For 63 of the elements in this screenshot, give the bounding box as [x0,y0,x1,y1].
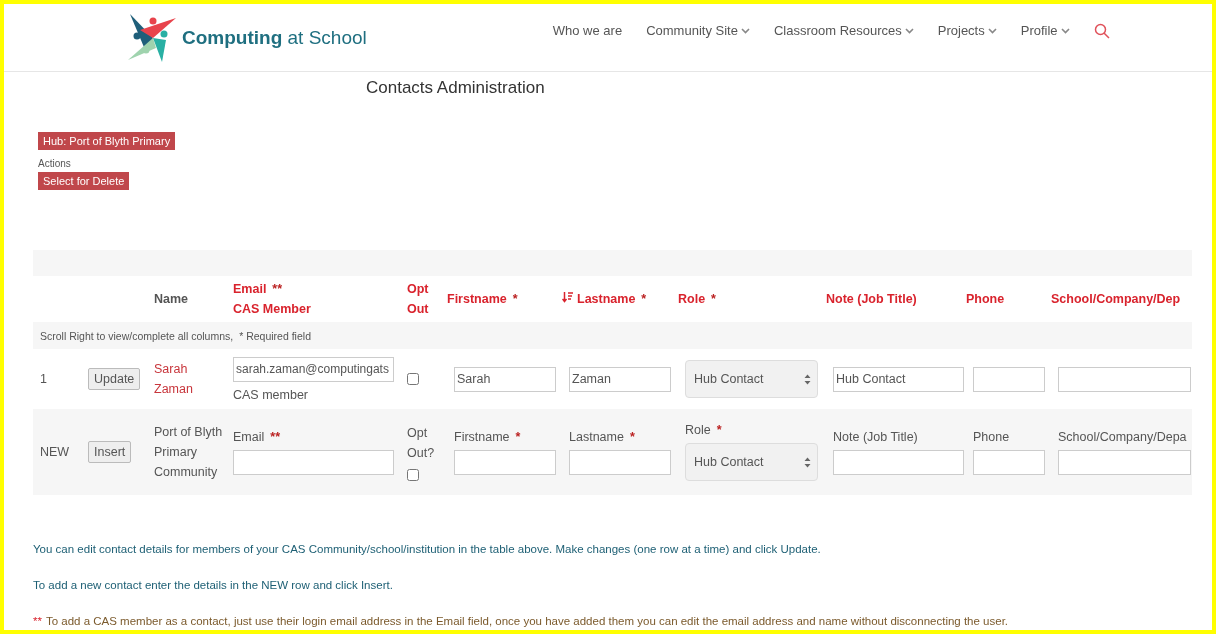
select-arrows-icon [804,456,811,468]
column-header: Lastname * [562,289,678,309]
actions-label: Actions [38,158,72,169]
contact-name: Port of Blyth Primary Community [154,424,224,481]
field-label: Email ** [233,429,281,444]
opt-out-checkbox[interactable] [407,373,419,385]
sort-icon[interactable] [562,291,573,303]
nav-link[interactable]: Profile [1020,23,1070,38]
column-header: School/Company/Dep [1051,291,1182,308]
column-header: Opt Out [407,281,430,318]
nav-link[interactable]: Projects [937,23,997,38]
chevron-down-icon [740,27,750,34]
role-select[interactable]: Hub Contact [685,360,818,398]
field-label: Phone [973,429,1011,444]
contact-name[interactable]: Sarah Zaman [154,359,224,399]
chevron-down-icon [987,27,997,34]
opt-out-checkbox[interactable] [407,469,419,481]
role-select[interactable]: Hub Contact [685,443,818,481]
column-header: Note (Job Title) [826,291,918,308]
chevron-down-icon [1060,27,1070,34]
page-title: Contacts Administration [366,78,546,98]
text-input[interactable] [569,449,671,475]
field-label: School/Company/Depa [1058,429,1188,444]
text-input[interactable] [973,449,1045,475]
opt-out-label: Opt Out? [407,425,436,462]
field-label: Note (Job Title) [833,429,919,444]
row-action-button[interactable]: Insert [88,441,132,463]
column-header: Name [154,291,190,308]
scroll-hint: Scroll Right to view/complete all columns, [40,329,234,342]
column-header: Role * [678,291,717,308]
select-arrows-icon [804,373,811,385]
column-header: Phone [966,291,1006,308]
column-header: Firstname * [447,291,519,308]
text-input[interactable]: Zaman [569,366,671,392]
text-input[interactable] [1058,449,1191,475]
text-input[interactable] [833,449,964,475]
hub-button[interactable]: Hub: Port of Blyth Primary [38,132,176,150]
search-icon[interactable] [1093,22,1110,39]
logo-text[interactable]: Computing at School [182,26,367,49]
column-header: Email ** CAS Member [233,281,312,318]
email-input[interactable] [233,449,394,475]
text-input[interactable]: Sarah [454,366,556,392]
email-input[interactable]: sarah.zaman@computingats [233,356,394,382]
required-note: * Required field [239,329,311,342]
help-text: You can edit contact details for members of your CAS Community/school/institution in the table above. Make changes (one row at a time) and click Update. [33,542,822,557]
member-status: CAS member [233,387,310,402]
row-number: NEW [39,445,71,459]
chevron-down-icon [904,27,914,34]
field-label: Lastname * [569,429,636,444]
nav-link[interactable]: Classroom Resources [773,23,914,38]
select-for-delete-button[interactable]: Select for Delete [38,172,130,190]
help-text: ** To add a CAS member as a contact, just use their login email address in the Email field, once you have added them you can edit the email address and name without disconnecting the user. [33,614,1010,629]
nav-link[interactable]: Community Site [646,23,750,38]
text-input[interactable] [1058,366,1191,392]
text-input[interactable]: Hub Contact [833,366,964,392]
row-action-button[interactable]: Update [88,368,141,390]
help-text: To add a new contact enter the details in the NEW row and click Insert. [33,578,394,593]
text-input[interactable] [454,449,556,475]
row-number: 1 [39,372,48,386]
field-label: Role * [685,423,723,437]
nav-link[interactable]: Who we are [552,23,623,38]
text-input[interactable] [973,366,1045,392]
field-label: Firstname * [454,429,522,444]
